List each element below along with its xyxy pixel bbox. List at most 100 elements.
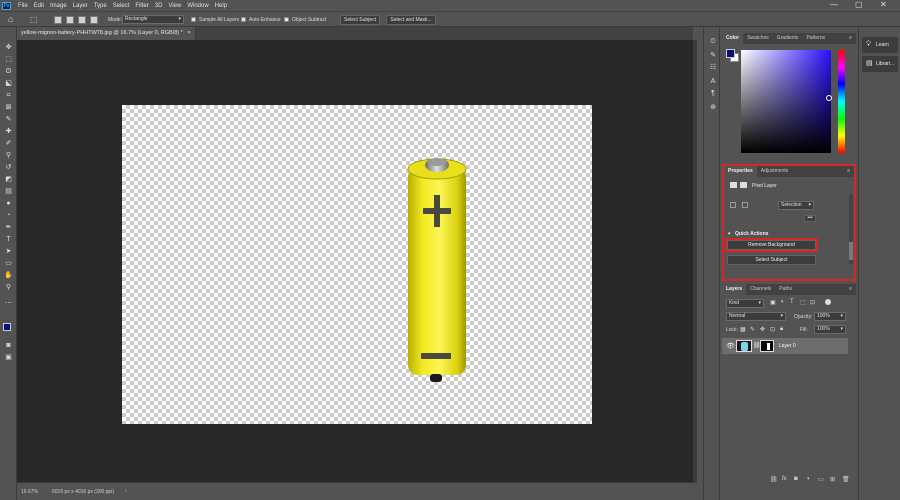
fill-input[interactable]: 100% bbox=[814, 325, 846, 334]
zoom-level[interactable]: 16.67% bbox=[21, 489, 38, 495]
filter-smart-object-icon[interactable]: ⊡ bbox=[810, 299, 815, 306]
tab-paths[interactable]: Paths bbox=[775, 284, 796, 295]
menu-view[interactable]: View bbox=[165, 3, 184, 9]
foreground-color-swatch[interactable] bbox=[3, 323, 11, 331]
layer-style-icon[interactable]: fx bbox=[782, 476, 787, 482]
tab-properties[interactable]: Properties bbox=[724, 166, 757, 177]
tab-adjustments[interactable]: Adjustments bbox=[757, 166, 793, 177]
mode-select[interactable]: Rectangle bbox=[122, 15, 184, 24]
eraser-tool-icon[interactable]: ◩ bbox=[4, 175, 13, 184]
collapse-arrow-icon[interactable]: ▾ bbox=[728, 231, 731, 237]
menu-layer[interactable]: Layer bbox=[70, 3, 91, 9]
lock-position-icon[interactable]: ✥ bbox=[760, 326, 765, 333]
brush-settings-icon[interactable]: ✎ bbox=[708, 51, 718, 60]
gradient-tool-icon[interactable]: ▤ bbox=[4, 187, 13, 196]
filter-toggle-icon[interactable] bbox=[825, 299, 831, 305]
link-icon[interactable] bbox=[730, 202, 736, 208]
pen-tool-icon[interactable]: ✒ bbox=[4, 223, 13, 232]
object-subtract-checkbox[interactable] bbox=[284, 17, 289, 22]
panel-menu-icon[interactable]: ≡ bbox=[845, 33, 856, 44]
menu-edit[interactable]: Edit bbox=[31, 3, 47, 9]
subtract-from-selection-icon[interactable] bbox=[78, 16, 86, 24]
properties-scrollbar[interactable] bbox=[849, 194, 853, 264]
tab-color[interactable]: Color bbox=[722, 33, 744, 44]
menu-3d[interactable]: 3D bbox=[152, 3, 166, 9]
lasso-tool-icon[interactable]: ʘ bbox=[4, 67, 13, 76]
close-tab-icon[interactable]: × bbox=[187, 30, 190, 36]
menu-select[interactable]: Select bbox=[110, 3, 133, 9]
color-field[interactable] bbox=[741, 50, 831, 153]
opacity-input[interactable]: 100% bbox=[814, 312, 846, 321]
panel-menu-icon[interactable]: ≡ bbox=[843, 166, 854, 177]
menu-help[interactable]: Help bbox=[212, 3, 230, 9]
delete-layer-icon[interactable]: 🗑︎ bbox=[842, 476, 850, 483]
crop-tool-icon[interactable]: ⌗ bbox=[4, 91, 13, 100]
tab-layers[interactable]: Layers bbox=[722, 284, 747, 295]
status-arrow-icon[interactable]: › bbox=[125, 488, 127, 494]
shape-tool-icon[interactable]: ▭ bbox=[4, 259, 13, 268]
select-and-mask-button[interactable]: Select and Mask... bbox=[386, 15, 436, 25]
menu-image[interactable]: Image bbox=[47, 3, 70, 9]
minimize-icon[interactable]: — bbox=[830, 0, 838, 9]
dodge-tool-icon[interactable]: ◔ bbox=[4, 211, 13, 220]
filter-pixel-icon[interactable]: ▣ bbox=[770, 299, 776, 306]
menu-filter[interactable]: Filter bbox=[132, 3, 151, 9]
libraries-button[interactable]: ▤ Librari... bbox=[862, 56, 898, 72]
layer-mask-thumbnail[interactable] bbox=[760, 340, 774, 352]
link-layers-icon[interactable]: ⛓︎ bbox=[770, 476, 778, 483]
eyedropper-tool-icon[interactable]: ✎ bbox=[4, 115, 13, 124]
glyphs-icon[interactable]: ⊕ bbox=[708, 103, 718, 112]
mask-icon[interactable] bbox=[740, 182, 747, 188]
new-selection-icon[interactable] bbox=[54, 16, 62, 24]
clone-stamp-tool-icon[interactable]: ⚲ bbox=[4, 151, 13, 160]
home-icon[interactable]: ⌂ bbox=[8, 14, 13, 24]
remove-background-button[interactable]: Remove Background bbox=[725, 238, 818, 252]
new-group-icon[interactable]: ▭ bbox=[818, 476, 824, 483]
frame-tool-icon[interactable]: ⊠ bbox=[4, 103, 13, 112]
path-selection-tool-icon[interactable]: ➤ bbox=[4, 247, 13, 256]
quick-mask-icon[interactable]: ◙ bbox=[4, 341, 13, 350]
object-selection-tool-icon[interactable]: ⬚ bbox=[30, 15, 38, 24]
menu-type[interactable]: Type bbox=[91, 3, 110, 9]
menu-file[interactable]: File bbox=[15, 3, 31, 9]
learn-button[interactable]: 💡︎ Learn bbox=[862, 37, 898, 53]
layer-name[interactable]: Layer 0 bbox=[779, 343, 796, 349]
more-tools-icon[interactable]: ⋯ bbox=[4, 299, 13, 308]
maximize-icon[interactable]: ▢ bbox=[855, 0, 863, 9]
menu-window[interactable]: Window bbox=[184, 3, 211, 9]
filter-type-icon[interactable]: T bbox=[790, 299, 794, 305]
sample-all-layers-checkbox[interactable] bbox=[191, 17, 196, 22]
character-icon[interactable]: A bbox=[708, 77, 718, 86]
blend-mode-select[interactable]: Normal bbox=[726, 312, 786, 321]
vertical-scrollbar[interactable] bbox=[693, 40, 697, 482]
lock-transparency-icon[interactable]: ▦ bbox=[740, 326, 746, 333]
filter-shape-icon[interactable]: ⬚ bbox=[800, 299, 806, 306]
auto-enhance-checkbox[interactable] bbox=[241, 17, 246, 22]
intersect-selection-icon[interactable] bbox=[90, 16, 98, 24]
adjust-icon[interactable]: ☷ bbox=[708, 63, 718, 72]
object-selection-tool-icon[interactable]: ⬕ bbox=[4, 79, 13, 88]
filter-adjustment-icon[interactable]: ◑ bbox=[780, 299, 784, 305]
document-canvas[interactable] bbox=[122, 105, 592, 424]
layer-row[interactable]: 👁︎ ⛓︎ Layer 0 bbox=[722, 338, 848, 354]
marquee-tool-icon[interactable]: ⬚ bbox=[4, 55, 13, 64]
move-tool-icon[interactable]: ✥ bbox=[4, 43, 13, 52]
foreground-color-chip[interactable] bbox=[726, 49, 735, 58]
lock-pixels-icon[interactable]: ✎ bbox=[750, 326, 755, 333]
type-tool-icon[interactable]: T bbox=[4, 235, 13, 244]
add-mask-icon[interactable]: ◙ bbox=[794, 476, 798, 482]
lock-all-icon[interactable]: 🔒︎ bbox=[780, 326, 783, 333]
more-options-button[interactable]: ••• bbox=[804, 215, 816, 222]
properties-scroll-thumb[interactable] bbox=[849, 242, 853, 260]
color-picker-cursor[interactable] bbox=[826, 95, 832, 101]
height-icon[interactable] bbox=[742, 202, 748, 208]
brush-tool-icon[interactable]: ✐ bbox=[4, 139, 13, 148]
tab-channels[interactable]: Channels bbox=[746, 284, 775, 295]
history-brush-tool-icon[interactable]: ↺ bbox=[4, 163, 13, 172]
close-icon[interactable]: ✕ bbox=[880, 0, 887, 9]
select-subject-button[interactable]: Select Subject bbox=[727, 255, 816, 265]
hue-slider[interactable] bbox=[838, 50, 845, 153]
tab-swatches[interactable]: Swatches bbox=[743, 33, 773, 44]
new-layer-icon[interactable]: ⊞ bbox=[830, 476, 835, 483]
history-icon[interactable]: ⏲ bbox=[708, 37, 718, 46]
